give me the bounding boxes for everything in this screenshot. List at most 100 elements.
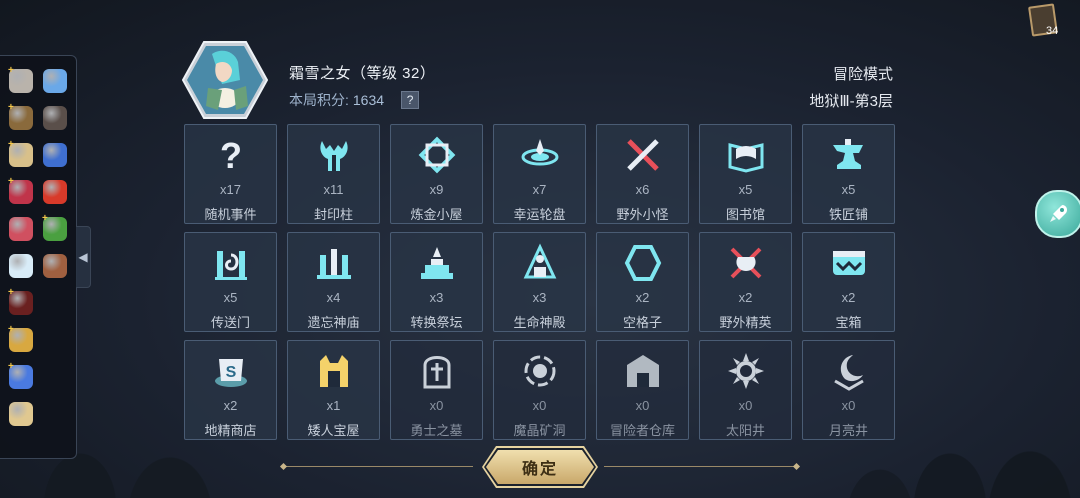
map-element-cell[interactable]: x3 转换祭坛 (390, 232, 483, 332)
inventory-slot[interactable] (38, 99, 72, 136)
forgotten-temple-icon (317, 249, 351, 279)
card-count: 34 (1046, 25, 1059, 37)
map-element-cell[interactable]: Sx2 地精商店 (184, 340, 277, 440)
element-count: x0 (738, 398, 753, 413)
element-count: x9 (429, 182, 444, 197)
element-count: x4 (326, 290, 341, 305)
library-book-icon (728, 143, 764, 173)
inventory-grid: + + + + + + + + (4, 62, 72, 432)
element-count: x1 (326, 398, 341, 413)
plus-icon: + (8, 361, 14, 372)
plus-icon: + (8, 176, 14, 187)
plus-icon: + (8, 287, 14, 298)
help-button[interactable]: ? (401, 91, 420, 109)
map-element-cell[interactable]: x0 太阳井 (699, 340, 792, 440)
map-element-cell[interactable]: x7 幸运轮盘 (493, 124, 586, 224)
plus-icon: + (8, 65, 14, 76)
element-name: 炼金小屋 (410, 207, 463, 222)
blue-shell-icon (43, 142, 67, 167)
score-row: 本局积分: 1634 ? (289, 90, 420, 110)
parchment-icon (9, 401, 33, 426)
element-name: 月亮井 (828, 423, 868, 438)
map-element-cell[interactable]: x3 生命神殿 (493, 232, 586, 332)
inventory-slot[interactable] (38, 247, 72, 284)
map-element-cell[interactable]: x6 野外小怪 (596, 124, 689, 224)
inventory-slot[interactable]: + (4, 173, 38, 210)
element-name: 矮人宝屋 (307, 423, 360, 438)
inventory-slot[interactable] (4, 247, 38, 284)
diamond-icon (9, 253, 33, 278)
element-name: 生命神殿 (513, 315, 566, 330)
alchemy-hut-icon (418, 136, 456, 174)
map-element-cell[interactable]: ? x17 随机事件 (184, 124, 277, 224)
confirm-button[interactable]: 确定 (486, 450, 594, 484)
mode-label: 冒险模式 (832, 66, 893, 83)
inventory-slot (38, 321, 72, 358)
avatar (181, 41, 269, 119)
divider-right (604, 466, 796, 467)
red-apple-icon (43, 179, 67, 204)
inventory-slot[interactable]: + (4, 62, 38, 99)
chevron-left-icon: ◀ (78, 250, 88, 264)
map-element-cell[interactable]: x4 遗忘神庙 (287, 232, 380, 332)
rocket-icon (1050, 205, 1067, 222)
inventory-slot[interactable] (38, 173, 72, 210)
element-name: 勇士之墓 (410, 423, 463, 438)
inventory-slot (38, 358, 72, 395)
map-element-cell[interactable]: x5 铁匠铺 (802, 124, 895, 224)
hexagon-icon (624, 245, 662, 281)
map-element-cell[interactable]: x0 魔晶矿洞 (493, 340, 586, 440)
element-name: 铁匠铺 (828, 207, 868, 222)
crossed-swords-icon (627, 139, 659, 171)
map-element-cell[interactable]: x5 图书馆 (699, 124, 792, 224)
inventory-slot[interactable]: + (4, 284, 38, 321)
inventory-slot[interactable] (4, 395, 38, 432)
seal-pillar-icon (320, 141, 348, 171)
plus-icon: + (42, 213, 48, 224)
inventory-slot[interactable]: + (4, 136, 38, 173)
inventory-slot[interactable] (38, 136, 72, 173)
map-element-cell[interactable]: x2 空格子 (596, 232, 689, 332)
element-name: 随机事件 (204, 207, 257, 222)
inventory-panel: + + + + + + + + (0, 55, 77, 459)
map-element-grid: ? x17 随机事件 x11 封印柱 x9 炼金小屋 x7 幸运轮盘 x6 野外小怪 x5 图书馆 x5 铁… (184, 124, 895, 440)
inventory-slot[interactable]: + (4, 321, 38, 358)
element-count: x2 (635, 290, 650, 305)
element-count: x7 (532, 182, 547, 197)
element-name: 野外精英 (719, 315, 772, 330)
map-element-cell[interactable]: x11 封印柱 (287, 124, 380, 224)
dwarf-treasure-icon (320, 355, 348, 387)
treasure-chest-icon (833, 251, 865, 275)
elite-axe-icon (730, 247, 762, 279)
map-element-cell[interactable]: x0 勇士之墓 (390, 340, 483, 440)
inventory-slot[interactable]: + (38, 210, 72, 247)
plus-icon: + (8, 102, 14, 113)
plus-icon: + (8, 324, 14, 335)
inventory-slot[interactable] (38, 62, 72, 99)
inventory-slot[interactable]: + (4, 99, 38, 136)
element-name: 太阳井 (725, 423, 765, 438)
map-element-cell[interactable]: x0 月亮井 (802, 340, 895, 440)
element-name: 传送门 (210, 315, 250, 330)
inventory-toggle-button[interactable]: ◀ (76, 226, 91, 288)
card-counter[interactable]: 34 (1028, 3, 1062, 37)
element-name: 封印柱 (313, 207, 353, 222)
map-element-cell[interactable]: x2 野外精英 (699, 232, 792, 332)
element-count: x3 (532, 290, 547, 305)
map-element-cell[interactable]: x9 炼金小屋 (390, 124, 483, 224)
portal-gate-icon (215, 251, 247, 280)
character-portrait[interactable] (181, 40, 269, 120)
map-element-cell[interactable]: x2 宝箱 (802, 232, 895, 332)
element-name: 冒险者仓库 (609, 423, 675, 438)
element-name: 转换祭坛 (410, 315, 463, 330)
element-name: 空格子 (622, 315, 662, 330)
rocket-button[interactable] (1035, 190, 1080, 238)
plus-icon: + (8, 139, 14, 150)
map-element-cell[interactable]: x1 矮人宝屋 (287, 340, 380, 440)
map-element-cell[interactable]: x0 冒险者仓库 (596, 340, 689, 440)
inventory-slot[interactable]: + (4, 358, 38, 395)
element-count: x2 (223, 398, 238, 413)
map-element-cell[interactable]: x5 传送门 (184, 232, 277, 332)
inventory-slot[interactable] (4, 210, 38, 247)
crystal-mine-icon (524, 355, 556, 387)
